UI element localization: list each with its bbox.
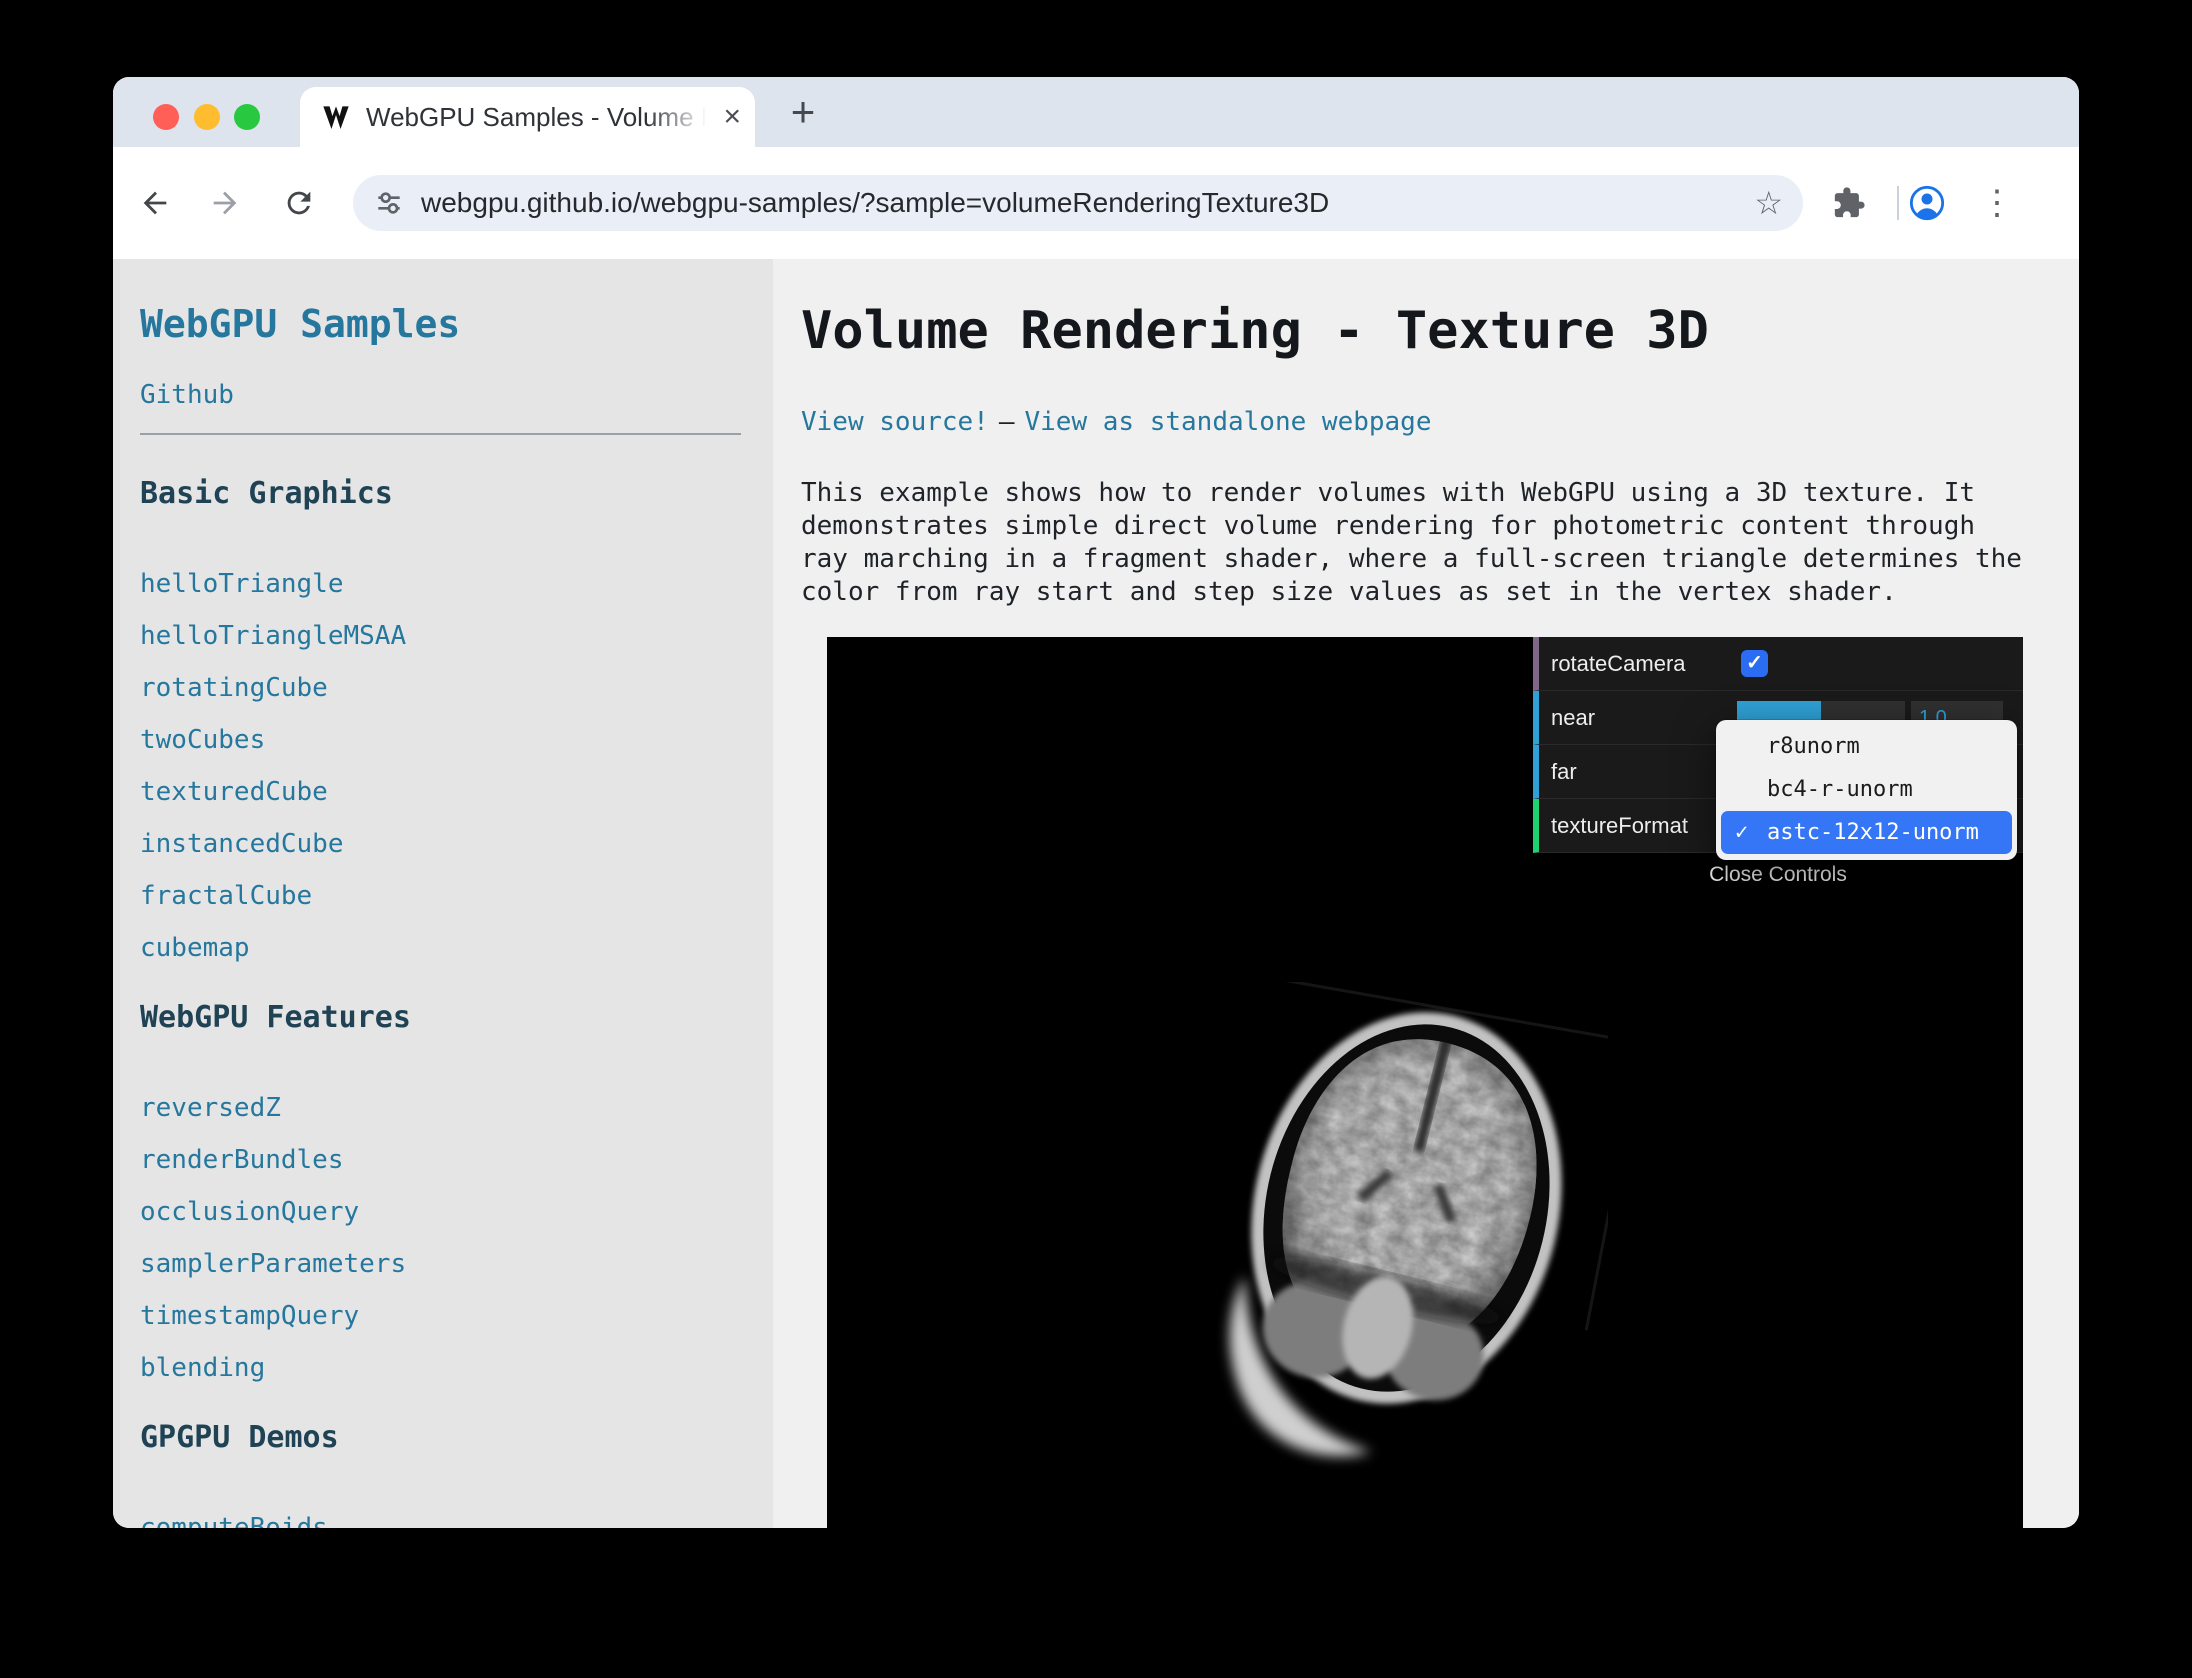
view-source-link[interactable]: View source!	[801, 407, 989, 437]
sidebar-link[interactable]: texturedCube	[140, 766, 773, 818]
links-separator: —	[999, 407, 1015, 437]
dropdown-option[interactable]: r8unorm	[1721, 725, 2012, 768]
sidebar-link[interactable]: samplerParameters	[140, 1238, 773, 1290]
zoom-window-button[interactable]	[234, 104, 260, 130]
avatar-icon	[1907, 183, 1947, 223]
close-window-button[interactable]	[153, 104, 179, 130]
sidebar-link[interactable]: blending	[140, 1342, 773, 1394]
dropdown-option-selected[interactable]: ✓astc-12x12-unorm	[1721, 811, 2012, 854]
section-heading-webgpu-features: WebGPU Features	[140, 1000, 773, 1036]
back-button[interactable]	[131, 179, 179, 227]
sidebar-link[interactable]: occlusionQuery	[140, 1186, 773, 1238]
back-arrow-icon	[138, 186, 172, 220]
sidebar-link[interactable]: helloTriangle	[140, 558, 773, 610]
texture-format-dropdown: r8unorm bc4-r-unorm ✓astc-12x12-unorm	[1716, 720, 2017, 860]
toolbar-separator	[1897, 186, 1899, 220]
gui-label: near	[1539, 691, 1735, 744]
section-heading-basic-graphics: Basic Graphics	[140, 476, 773, 512]
reload-button[interactable]	[275, 179, 323, 227]
sidebar-link[interactable]: reversedZ	[140, 1082, 773, 1134]
sidebar-link[interactable]: instancedCube	[140, 818, 773, 870]
site-settings-button[interactable]	[373, 187, 405, 219]
gui-label: far	[1539, 745, 1735, 798]
forward-button[interactable]	[201, 179, 249, 227]
page-content: WebGPU Samples Github Basic Graphics hel…	[113, 259, 2079, 1528]
sidebar-link[interactable]: twoCubes	[140, 714, 773, 766]
new-tab-button[interactable]: +	[781, 91, 825, 135]
webgpu-canvas[interactable]: rotateCamera ✓ near 1.0 far	[827, 637, 2023, 1528]
section-heading-gpgpu-demos: GPGPU Demos	[140, 1420, 773, 1456]
tab-title: WebGPU Samples - Volume R	[366, 102, 717, 133]
webgpu-favicon-icon	[320, 101, 352, 133]
sidebar-link[interactable]: helloTriangleMSAA	[140, 610, 773, 662]
rotate-camera-checkbox[interactable]: ✓	[1741, 650, 1768, 677]
sidebar-divider	[140, 433, 741, 435]
extensions-button[interactable]	[1825, 179, 1873, 227]
mri-brain-volume	[1188, 982, 1608, 1502]
profile-button[interactable]	[1903, 179, 1951, 227]
bookmark-button[interactable]: ☆	[1754, 187, 1783, 219]
sidebar-link[interactable]: computeBoids	[140, 1502, 773, 1528]
sidebar-title: WebGPU Samples	[140, 301, 773, 347]
tab-strip: WebGPU Samples - Volume R × +	[113, 77, 2079, 147]
url-text[interactable]: webgpu.github.io/webgpu-samples/?sample=…	[421, 187, 1754, 219]
minimize-window-button[interactable]	[194, 104, 220, 130]
samples-sidebar: WebGPU Samples Github Basic Graphics hel…	[113, 259, 773, 1528]
forward-arrow-icon	[208, 186, 242, 220]
gui-row-rotate-camera: rotateCamera ✓	[1533, 637, 2023, 691]
checkmark-icon: ✓	[1735, 811, 1748, 854]
sidebar-link[interactable]: rotatingCube	[140, 662, 773, 714]
address-bar[interactable]: webgpu.github.io/webgpu-samples/?sample=…	[353, 175, 1803, 231]
tune-icon	[373, 187, 405, 219]
puzzle-icon	[1832, 186, 1866, 220]
browser-tab[interactable]: WebGPU Samples - Volume R ×	[300, 87, 755, 147]
gui-label: textureFormat	[1539, 799, 1735, 852]
sidebar-link[interactable]: fractalCube	[140, 870, 773, 922]
sidebar-link[interactable]: timestampQuery	[140, 1290, 773, 1342]
dropdown-option[interactable]: bc4-r-unorm	[1721, 768, 2012, 811]
page-title: Volume Rendering - Texture 3D	[801, 299, 2079, 363]
sidebar-link[interactable]: cubemap	[140, 922, 773, 974]
sample-description: This example shows how to render volumes…	[801, 477, 2029, 609]
browser-window: WebGPU Samples - Volume R × +	[113, 77, 2079, 1528]
standalone-webpage-link[interactable]: View as standalone webpage	[1025, 407, 1432, 437]
browser-menu-button[interactable]: ⋮	[1975, 183, 2019, 223]
browser-toolbar: webgpu.github.io/webgpu-samples/?sample=…	[113, 147, 2079, 259]
sample-main: Volume Rendering - Texture 3D View sourc…	[773, 259, 2079, 1528]
reload-icon	[282, 186, 316, 220]
github-link[interactable]: Github	[140, 380, 234, 410]
tab-close-icon[interactable]: ×	[723, 102, 741, 132]
sidebar-link[interactable]: renderBundles	[140, 1134, 773, 1186]
gui-label: rotateCamera	[1539, 637, 1735, 690]
sample-links-row: View source! — View as standalone webpage	[801, 407, 2079, 437]
